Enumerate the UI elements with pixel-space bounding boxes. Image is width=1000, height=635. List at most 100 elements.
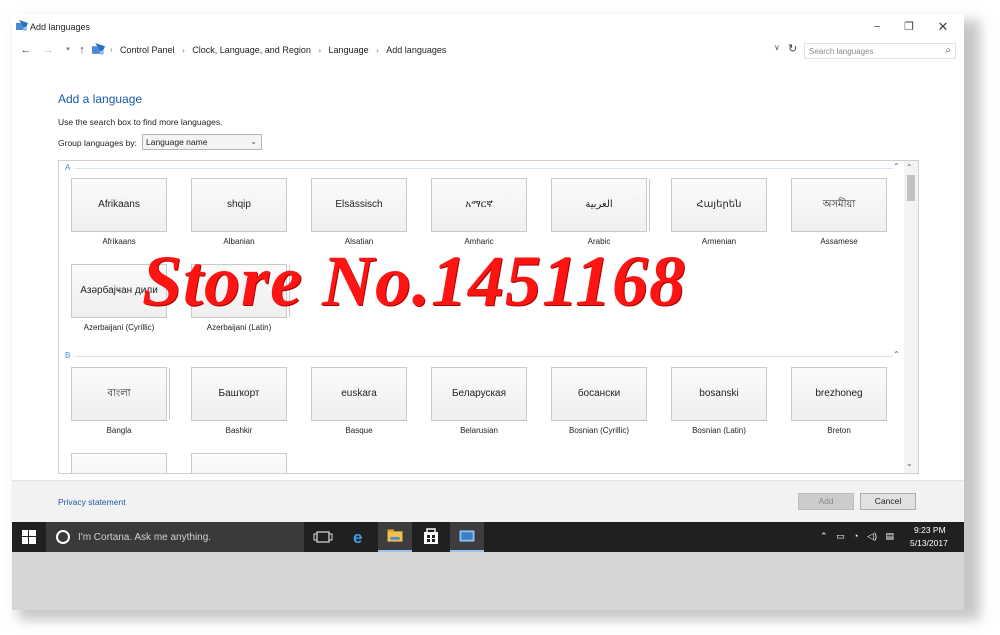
language-tile-partial[interactable] [191, 453, 287, 473]
tile-language-name: Bashkir [225, 426, 253, 435]
tile-native-name: Башҡорт [191, 367, 287, 421]
language-tile-arabic[interactable]: العربية Arabic [551, 178, 647, 246]
tile-language-name: Armenian [701, 237, 737, 246]
chevron-down-icon: ⌄ [250, 137, 257, 146]
scroll-up-button[interactable]: ⌃ [906, 163, 913, 172]
edge-browser-icon[interactable]: e [342, 522, 376, 552]
collapse-section-a-button[interactable]: ⌃ [893, 162, 900, 171]
cancel-button[interactable]: Cancel [860, 493, 916, 510]
tile-language-name: Azerbaijani (Cyrillic) [83, 323, 155, 332]
language-tile-bashkir[interactable]: Башҡорт Bashkir [191, 367, 287, 435]
control-panel-taskbar-icon[interactable] [450, 522, 484, 552]
scroll-down-button[interactable]: ⌄ [906, 459, 913, 468]
language-tile-bosnian-latin[interactable]: bosanski Bosnian (Latin) [671, 367, 767, 435]
search-input[interactable] [805, 44, 935, 58]
up-button[interactable]: ↑ [74, 42, 90, 58]
tile-native-name: አማርኛ [431, 178, 527, 232]
breadcrumb-separator: › [376, 46, 379, 55]
refresh-button[interactable]: ↻ [788, 42, 797, 55]
breadcrumb-separator: › [182, 46, 185, 55]
privacy-statement-link[interactable]: Privacy statement [58, 497, 126, 507]
breadcrumb-clock-language-region[interactable]: Clock, Language, and Region [192, 45, 311, 55]
breadcrumb-language[interactable]: Language [329, 45, 369, 55]
task-view-icon[interactable] [306, 522, 340, 552]
address-bar: ← → ▾ ↑ › Control Panel › Clock, Languag… [12, 40, 964, 62]
language-tile-partial[interactable] [71, 453, 167, 473]
add-languages-window: Add languages − ❐ ✕ ← → ▾ ↑ › Control Pa… [12, 14, 964, 522]
close-button[interactable]: ✕ [926, 18, 960, 36]
keyboard-icon[interactable]: ▤ [885, 531, 894, 541]
title-bar: Add languages − ❐ ✕ [12, 14, 964, 40]
section-letter-b: B [65, 351, 71, 360]
language-tile-breton[interactable]: brezhoneg Breton [791, 367, 887, 435]
battery-icon[interactable]: ▭ [836, 531, 845, 541]
address-dropdown-button[interactable]: ∨ [774, 43, 780, 52]
windows-start-icon[interactable] [22, 530, 36, 544]
show-hidden-icons-icon[interactable]: ⌃ [820, 531, 828, 541]
group-by-select[interactable]: Language name ⌄ [142, 134, 262, 150]
forward-button[interactable]: → [40, 42, 56, 58]
tile-native-name [191, 453, 287, 473]
breadcrumb-separator: › [318, 46, 322, 55]
language-tile-afrikaans[interactable]: Afrikaans Afrikaans [71, 178, 167, 246]
breadcrumb-add-languages[interactable]: Add languages [386, 45, 446, 55]
tile-native-name: العربية [551, 178, 647, 232]
tile-language-name: Breton [827, 426, 851, 435]
tile-native-name: Afrikaans [71, 178, 167, 232]
tile-native-name: বাংলা [71, 367, 167, 421]
maximize-button[interactable]: ❐ [892, 18, 926, 36]
control-panel-icon [16, 20, 28, 31]
screen-frame: Add languages − ❐ ✕ ← → ▾ ↑ › Control Pa… [12, 14, 964, 610]
tile-native-name: bosanski [671, 367, 767, 421]
tile-language-name: Amharic [464, 237, 494, 246]
language-tile-armenian[interactable]: Հայերեն Armenian [671, 178, 767, 246]
collapse-section-b-button[interactable]: ⌃ [893, 350, 900, 359]
file-explorer-icon[interactable] [378, 522, 412, 552]
tile-language-name: Arabic [587, 237, 611, 246]
add-button[interactable]: Add [798, 493, 854, 510]
main-content: Add a language Use the search box to fin… [12, 62, 964, 480]
tile-native-name: Беларуская [431, 367, 527, 421]
tile-native-name: shqip [191, 178, 287, 232]
tile-native-name: euskara [311, 367, 407, 421]
page-title: Add a language [58, 92, 143, 106]
tile-language-name: Albanian [223, 237, 255, 246]
control-panel-icon [92, 43, 105, 55]
tile-language-name: Basque [345, 426, 373, 435]
search-hint: Use the search box to find more language… [58, 117, 223, 127]
language-tile-alsatian[interactable]: Elsässisch Alsatian [311, 178, 407, 246]
language-list[interactable]: A ⌃ Afrikaans Afrikaans shqip Albanian E… [58, 160, 919, 474]
tile-native-name [71, 453, 167, 473]
language-tile-azerbaijani-latin[interactable]: Azerbaijani (Latin) [191, 264, 287, 332]
breadcrumb-control-panel[interactable]: Control Panel [120, 45, 175, 55]
language-tile-bosnian-cyrillic[interactable]: босански Bosnian (Cyrillic) [551, 367, 647, 435]
language-tile-belarusian[interactable]: Беларуская Belarusian [431, 367, 527, 435]
vertical-scrollbar[interactable]: ⌃ ⌄ [904, 161, 918, 473]
back-button[interactable]: ← [18, 42, 34, 58]
language-tile-assamese[interactable]: অসমীয়া Assamese [791, 178, 887, 246]
tile-native-name: Азәрбајҹан дили [71, 264, 167, 318]
breadcrumb-separator: › [110, 45, 113, 54]
volume-icon[interactable]: ◁) [867, 531, 877, 541]
clock-date[interactable]: 5/13/2017 [910, 538, 948, 548]
tile-language-name: Belarusian [460, 426, 498, 435]
cortana-icon [56, 530, 70, 544]
store-icon[interactable] [414, 522, 448, 552]
group-by-value: Language name [146, 137, 208, 147]
scroll-thumb[interactable] [907, 175, 915, 201]
language-tile-albanian[interactable]: shqip Albanian [191, 178, 287, 246]
language-tile-bangla[interactable]: বাংলা Bangla [71, 367, 167, 435]
language-tile-azerbaijani-cyrillic[interactable]: Азәрбајҹан дили Azerbaijani (Cyrillic) [71, 264, 167, 332]
tile-language-name: Azerbaijani (Latin) [206, 323, 272, 332]
section-divider [75, 168, 893, 169]
taskbar: I'm Cortana. Ask me anything. e ⌃ ▭ ◔ ◁)… [12, 522, 964, 552]
wifi-icon[interactable]: ◔ [853, 531, 858, 541]
minimize-button[interactable]: − [860, 18, 894, 36]
language-tile-basque[interactable]: euskara Basque [311, 367, 407, 435]
cortana-placeholder: I'm Cortana. Ask me anything. [78, 532, 212, 543]
search-icon[interactable]: ⌕ [945, 45, 951, 56]
tile-language-name: Assamese [820, 237, 858, 246]
language-tile-amharic[interactable]: አማርኛ Amharic [431, 178, 527, 246]
clock-time[interactable]: 9:23 PM [914, 525, 946, 535]
cortana-search-box[interactable]: I'm Cortana. Ask me anything. [46, 522, 304, 552]
